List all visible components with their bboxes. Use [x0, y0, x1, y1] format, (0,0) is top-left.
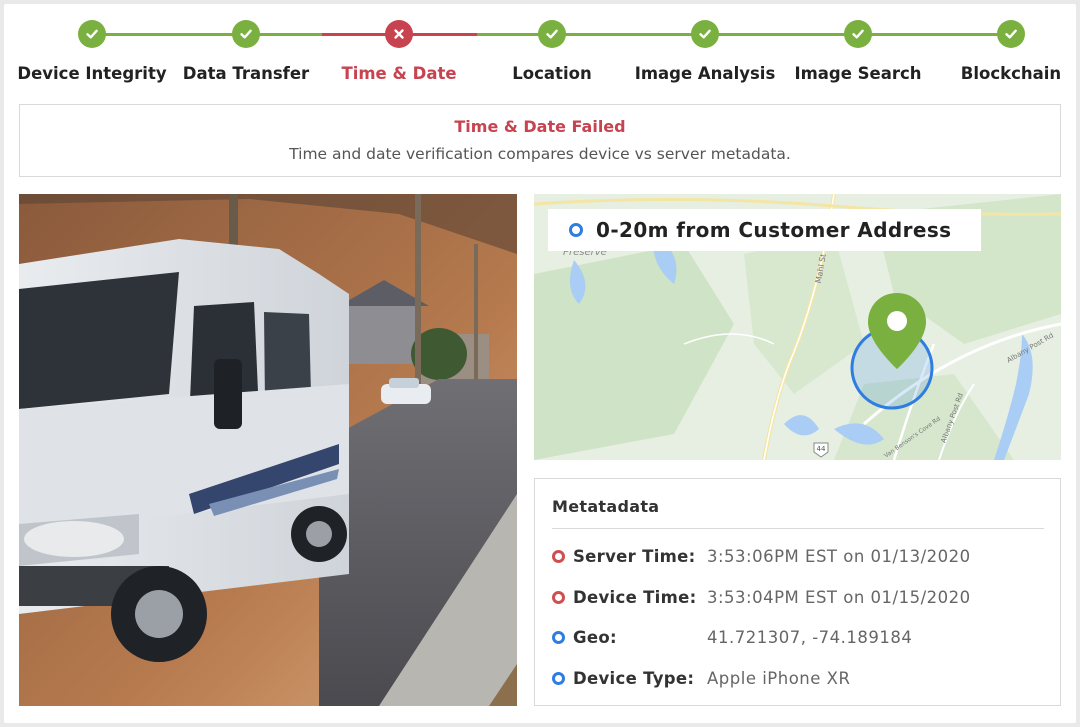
check-icon: [997, 20, 1025, 48]
metadata-key: Device Type:: [573, 668, 695, 688]
step-label: Image Analysis: [634, 64, 776, 83]
step-device-integrity[interactable]: Device Integrity: [12, 20, 172, 83]
metadata-row-device-time: Device Time: 3:53:04PM EST on 01/15/2020: [552, 585, 971, 609]
metadata-row-geo: Geo: 41.721307, -74.189184: [552, 625, 912, 649]
metadata-key: Device Time:: [573, 587, 697, 607]
status-ok-icon: [552, 671, 565, 685]
step-image-search[interactable]: Image Search: [778, 20, 938, 83]
location-pin-icon[interactable]: [865, 291, 929, 371]
status-error-icon: [552, 590, 565, 604]
status-error-icon: [552, 549, 565, 563]
distance-overlay: 0-20m from Customer Address: [548, 209, 981, 251]
status-message-box: Time & Date Failed Time and date verific…: [19, 104, 1061, 177]
metadata-key: Geo:: [573, 627, 617, 647]
location-ring-icon: [569, 223, 583, 237]
step-label: Image Search: [794, 64, 922, 83]
status-ok-icon: [552, 630, 565, 644]
step-blockchain[interactable]: Blockchain: [931, 20, 1080, 83]
step-label: Device Integrity: [17, 64, 167, 83]
check-icon: [844, 20, 872, 48]
divider: [552, 528, 1044, 529]
step-label: Location: [512, 64, 592, 83]
metadata-row-server-time: Server Time: 3:53:06PM EST on 01/13/2020: [552, 544, 971, 568]
status-title: Time & Date Failed: [454, 117, 626, 136]
step-label: Data Transfer: [182, 64, 310, 83]
step-image-analysis[interactable]: Image Analysis: [625, 20, 785, 83]
status-description: Time and date verification compares devi…: [289, 145, 791, 163]
check-icon: [538, 20, 566, 48]
step-label: Blockchain: [960, 64, 1062, 83]
verification-stepper: Device Integrity Data Transfer Time & Da…: [0, 0, 1080, 100]
step-label: Time & Date: [341, 64, 457, 83]
metadata-value: Apple iPhone XR: [707, 668, 851, 688]
x-icon: [385, 20, 413, 48]
route-number-label: 44: [816, 445, 826, 453]
check-icon: [691, 20, 719, 48]
check-icon: [232, 20, 260, 48]
step-location[interactable]: Location: [472, 20, 632, 83]
metadata-panel: Metatadata Server Time: 3:53:06PM EST on…: [534, 478, 1061, 706]
metadata-value: 3:53:06PM EST on 01/13/2020: [707, 546, 971, 566]
distance-label: 0-20m from Customer Address: [596, 218, 952, 242]
metadata-title: Metatadata: [552, 497, 660, 516]
metadata-row-device-type: Device Type: Apple iPhone XR: [552, 666, 850, 690]
metadata-value: 3:53:04PM EST on 01/15/2020: [707, 587, 971, 607]
submitted-photo: [19, 194, 517, 706]
step-time-date[interactable]: Time & Date: [319, 20, 479, 83]
step-data-transfer[interactable]: Data Transfer: [166, 20, 326, 83]
metadata-key: Server Time:: [573, 546, 696, 566]
check-icon: [78, 20, 106, 48]
metadata-value: 41.721307, -74.189184: [707, 627, 913, 647]
